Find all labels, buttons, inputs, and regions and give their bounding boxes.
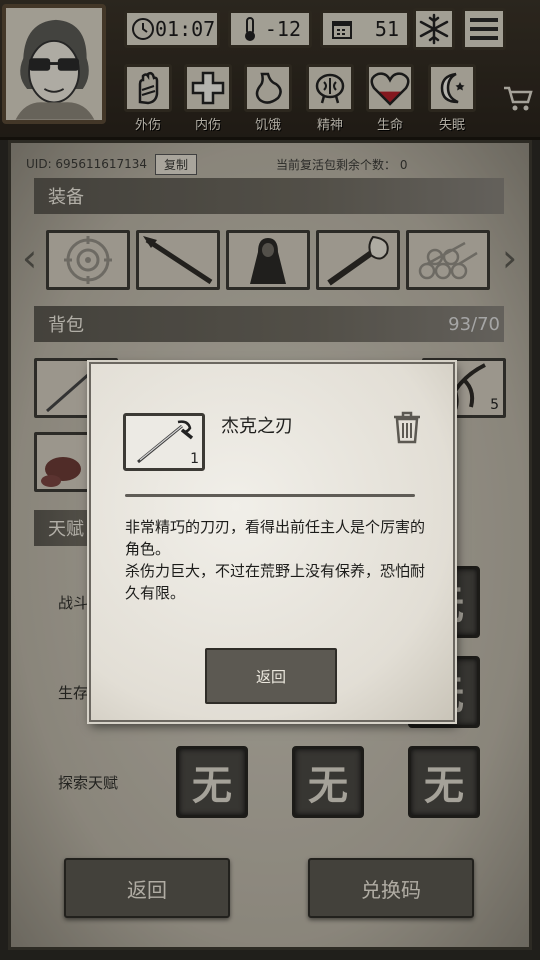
item-detail-dialog: 1 杰克之刃 非常精巧的刀刃，看得出前任主人是个厉害的角色。 杀伤力巨大，不过在… bbox=[89, 362, 455, 722]
item-description: 非常精巧的刀刃，看得出前任主人是个厉害的角色。 杀伤力巨大，不过在荒野上没有保养… bbox=[125, 516, 425, 604]
trash-icon[interactable] bbox=[391, 410, 423, 444]
item-quantity: 1 bbox=[190, 451, 199, 467]
dialog-back-button[interactable]: 返回 bbox=[205, 648, 337, 704]
description-line-1: 非常精巧的刀刃，看得出前任主人是个厉害的角色。 bbox=[125, 518, 426, 558]
item-name: 杰克之刃 bbox=[221, 416, 293, 437]
item-thumbnail: 1 bbox=[123, 413, 205, 471]
description-line-2: 杀伤力巨大，不过在荒野上没有保养，恐怕耐久有限。 bbox=[125, 562, 426, 602]
dialog-divider bbox=[125, 494, 415, 497]
